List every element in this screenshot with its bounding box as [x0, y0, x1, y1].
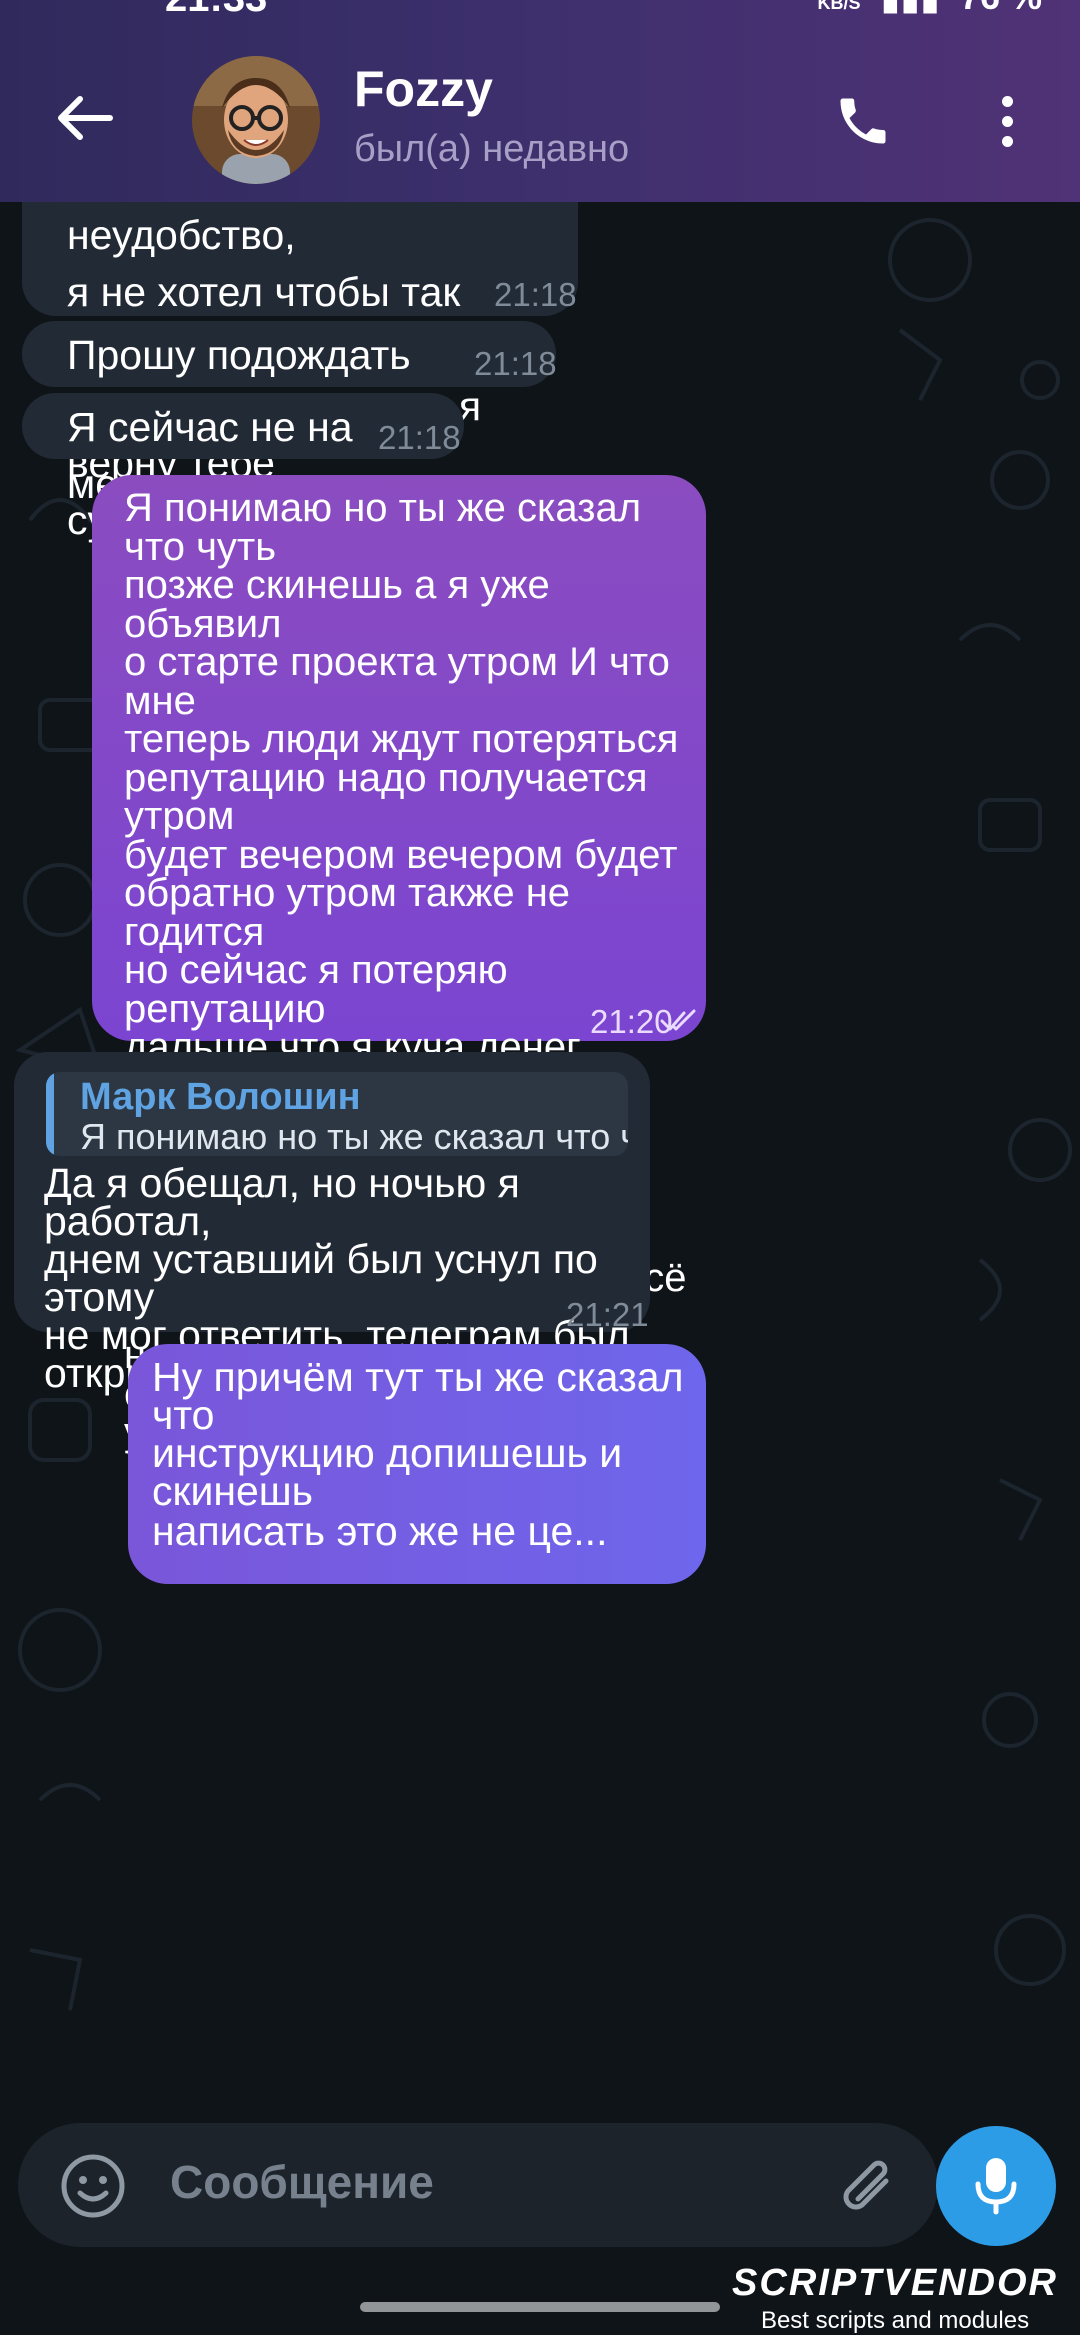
microphone-icon: [975, 2158, 1017, 2215]
message-text: Ну причём тут ты же сказал что инструкци…: [152, 1354, 684, 1514]
contact-status: был(а) недавно: [354, 128, 630, 170]
network-speed-unit: KB/S: [817, 0, 861, 13]
status-bar: 21:33 KB/S ▮▮▮ 76 %: [0, 0, 1080, 20]
reply-snippet: Я понимаю но ты же сказал что чуть по...: [80, 1116, 628, 1156]
reply-accent-bar: [46, 1072, 54, 1156]
reply-quote[interactable]: Марк Волошин Я понимаю но ты же сказал ч…: [46, 1072, 628, 1156]
message-time: 21:18: [378, 419, 461, 456]
battery-level: 76 %: [960, 0, 1042, 17]
status-indicators: KB/S ▮▮▮ 76 %: [807, 0, 1042, 18]
avatar[interactable]: [192, 56, 320, 184]
back-button[interactable]: [48, 88, 120, 148]
message-incoming-reply[interactable]: Марк Волошин Я понимаю но ты же сказал ч…: [14, 1052, 650, 1394]
message-time: 21:18: [494, 276, 577, 313]
home-indicator[interactable]: [360, 2302, 720, 2312]
status-time: 21:33: [165, 0, 267, 21]
message-input-bar[interactable]: Сообщение: [18, 2123, 938, 2247]
phone-icon: [840, 98, 886, 144]
message-incoming[interactable]: Я сейчас не на месте 21:18: [22, 393, 464, 507]
signal-icon: ▮▮▮: [880, 0, 939, 17]
chat-header: Fozzy был(а) недавно: [0, 0, 1080, 202]
message-time: 21:21: [566, 1296, 649, 1333]
paperclip-icon[interactable]: [826, 2145, 906, 2225]
emoji-icon[interactable]: [58, 2151, 128, 2221]
message-outgoing[interactable]: Ну причём тут ты же сказал что инструкци…: [128, 1344, 706, 1584]
message-outgoing[interactable]: Я понимаю но ты же сказал что чуть позже…: [92, 475, 706, 1452]
back-arrow-icon: [58, 96, 113, 140]
record-voice-button[interactable]: [936, 2126, 1056, 2246]
more-options-button[interactable]: [982, 86, 1032, 156]
more-vertical-icon: [1001, 95, 1013, 107]
call-button[interactable]: [828, 86, 898, 156]
reply-author: Марк Волошин: [80, 1076, 361, 1118]
watermark-logo: SCRIPTVENDOR: [732, 2262, 1058, 2304]
message-text-partial: написать это же не це...: [152, 1508, 608, 1554]
watermark: SCRIPTVENDOR Best scripts and modules: [720, 2262, 1070, 2335]
watermark-tagline: Best scripts and modules: [760, 2307, 1030, 2334]
double-check-icon: [660, 1009, 696, 1031]
contact-name[interactable]: Fozzy: [354, 60, 493, 118]
message-input[interactable]: Сообщение: [170, 2155, 434, 2209]
message-time: 21:18: [474, 345, 557, 382]
message-incoming[interactable]: Прошу подождать немного 21:18: [22, 321, 557, 435]
